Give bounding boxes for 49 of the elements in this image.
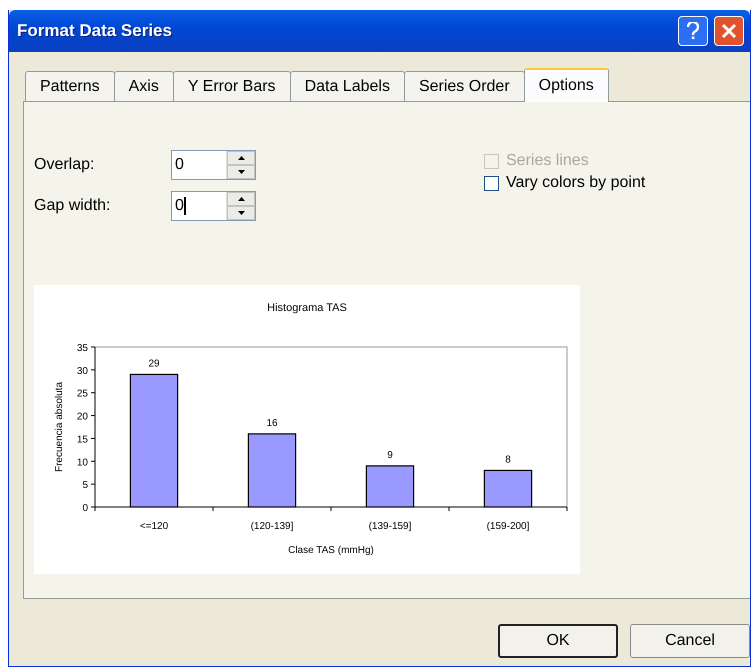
- y-tick-label: 30: [76, 366, 88, 377]
- close-icon: [721, 23, 737, 39]
- spin-up-button[interactable]: [227, 151, 255, 165]
- y-axis-title: Frecuencia absoluta: [54, 382, 65, 472]
- y-tick-label: 5: [82, 480, 88, 492]
- ok-button[interactable]: OK: [498, 624, 618, 658]
- down-arrow-icon: [238, 170, 244, 174]
- tab[interactable]: Data Labels: [290, 71, 405, 102]
- up-arrow-icon: [238, 197, 244, 201]
- x-tick-label: (159-200]: [486, 521, 530, 532]
- x-tick-label: (120-139]: [250, 521, 294, 532]
- tab[interactable]: Patterns: [25, 71, 115, 102]
- window-title: Format Data Series: [17, 21, 173, 41]
- y-tick-label: 15: [76, 434, 88, 446]
- data-label: 8: [505, 454, 511, 466]
- question-icon: [687, 22, 699, 40]
- tab[interactable]: Y Error Bars: [172, 71, 291, 102]
- checkbox-label: Series lines: [506, 152, 589, 170]
- y-tick-label: 25: [76, 388, 88, 400]
- field-label: Gap width:: [34, 197, 112, 215]
- number-input[interactable]: 0: [171, 150, 256, 180]
- checkbox-label: Vary colors by point: [506, 174, 646, 192]
- y-tick-label: 35: [76, 343, 88, 354]
- x-tick-label: <=120: [140, 521, 168, 532]
- data-label: 9: [387, 450, 393, 461]
- x-axis-title: Clase TAS (mmHg): [288, 545, 374, 556]
- field-label: Overlap:: [34, 156, 96, 174]
- data-label: 16: [266, 418, 278, 429]
- cancel-button[interactable]: Cancel: [630, 624, 750, 658]
- spin-down-button[interactable]: [227, 165, 255, 179]
- number-input[interactable]: 0: [171, 191, 256, 221]
- tab[interactable]: Axis: [114, 71, 174, 102]
- chart-title: Histograma TAS: [267, 302, 347, 314]
- y-tick-label: 10: [76, 457, 88, 468]
- help-button[interactable]: [678, 16, 708, 46]
- up-arrow-icon: [238, 156, 244, 160]
- x-tick-label: (139-159]: [368, 521, 412, 532]
- y-tick-label: 0: [82, 503, 88, 514]
- y-tick-label: 20: [76, 412, 88, 423]
- spin-down-button[interactable]: [227, 206, 255, 220]
- close-button[interactable]: [714, 16, 744, 46]
- checkbox[interactable]: [484, 176, 499, 190]
- tab[interactable]: Options: [524, 68, 609, 102]
- tab[interactable]: Series Order: [404, 71, 525, 102]
- data-label: 29: [148, 358, 160, 370]
- spin-up-button[interactable]: [227, 192, 255, 206]
- down-arrow-icon: [238, 211, 244, 215]
- bar: [484, 470, 532, 508]
- bar: [366, 465, 414, 508]
